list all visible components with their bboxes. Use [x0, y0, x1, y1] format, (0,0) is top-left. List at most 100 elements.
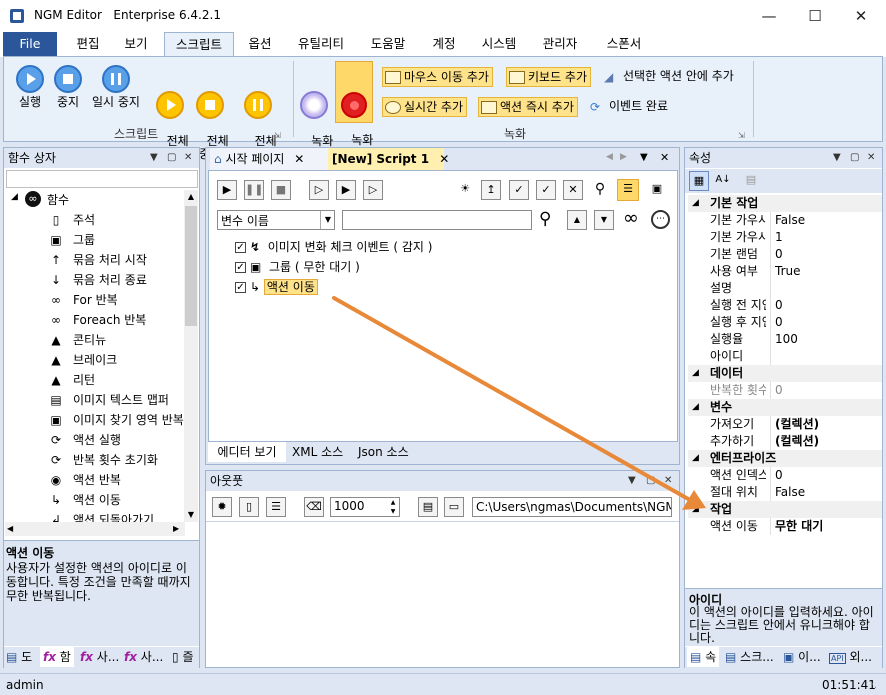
capture-icon[interactable]: ✹	[212, 497, 232, 517]
panel-close-icon[interactable]: ✕	[184, 148, 192, 168]
tree-view-icon[interactable]: ☰	[617, 179, 639, 201]
more-icon[interactable]: ⋯	[651, 210, 670, 229]
function-tree-hscrollbar[interactable]: ◀ ▶	[5, 522, 185, 536]
property-value[interactable]: True	[770, 263, 801, 280]
property-value[interactable]: 0	[770, 246, 783, 263]
property-row[interactable]: 액션 이동 무한 대기	[688, 518, 882, 535]
tab-json-source[interactable]: Json 소스	[358, 442, 409, 462]
stepper-down-icon[interactable]: ▼	[387, 507, 399, 516]
chevron-down-icon[interactable]: ▼	[320, 211, 335, 229]
collapse-icon[interactable]: ◢	[692, 399, 699, 416]
property-row[interactable]: 기본 가우시안 1	[688, 229, 882, 246]
tab-script-1[interactable]: [New] Script 1 ✕	[328, 148, 449, 170]
property-row[interactable]: 기본 랜덤 0	[688, 246, 882, 263]
add-realtime-button[interactable]: 실시간 추가	[382, 97, 468, 117]
tab-user-functions[interactable]: fx 사...	[80, 647, 119, 667]
property-value[interactable]: 무한 대기	[770, 518, 823, 535]
add-page-icon[interactable]: ▯	[239, 497, 259, 517]
scroll-down-icon[interactable]: ▼	[185, 508, 197, 522]
property-value[interactable]	[770, 348, 775, 365]
tab-scroll-left-icon[interactable]: ◀	[606, 152, 613, 162]
tab-script[interactable]: 스크립트	[164, 32, 234, 58]
monitor-icon[interactable]: ▣	[647, 180, 667, 200]
tab-file[interactable]: File	[3, 32, 57, 57]
interval-stepper[interactable]: 1000 ▲ ▼	[330, 497, 400, 517]
sort-az-icon[interactable]: A↓	[713, 171, 733, 191]
tab-dock[interactable]: ▤ 도	[6, 647, 32, 667]
panel-close-icon[interactable]: ✕	[867, 148, 875, 168]
add-keyboard-button[interactable]: 키보드 추가	[506, 67, 592, 87]
property-row[interactable]: 실행율 100	[688, 331, 882, 348]
variable-search-input[interactable]	[342, 210, 532, 230]
function-tree-scrollbar[interactable]: ▲ ▼	[184, 190, 198, 522]
collapse-icon[interactable]: ◢	[692, 501, 699, 518]
scroll-left-icon[interactable]: ◀	[7, 522, 13, 536]
list-icon[interactable]: ☰	[266, 497, 286, 517]
property-value[interactable]: False	[770, 212, 805, 229]
function-search-input[interactable]	[6, 170, 198, 188]
search-icon[interactable]: ⚲	[539, 209, 551, 229]
run-selected-icon[interactable]: ▷	[363, 180, 383, 200]
scroll-thumb[interactable]	[185, 206, 197, 326]
property-row[interactable]: 액션 인덱스 0	[688, 467, 882, 484]
property-value[interactable]: 0	[770, 382, 783, 399]
tab-shared-functions[interactable]: fx 사...	[124, 647, 163, 667]
stop-button[interactable]: 중지	[48, 65, 88, 109]
property-row[interactable]: 실행 전 지연 0	[688, 297, 882, 314]
close-icon[interactable]: ✕	[848, 4, 874, 28]
property-row[interactable]: 사용 여부 True	[688, 263, 882, 280]
step-play-icon[interactable]: ▷	[309, 180, 329, 200]
tab-close-icon[interactable]: ✕	[439, 152, 449, 166]
panel-menu-icon[interactable]: ▼	[150, 148, 158, 168]
tab-view[interactable]: 보기	[114, 32, 158, 57]
property-row[interactable]: 가져오기 (컬렉션)	[688, 416, 882, 433]
property-row[interactable]: 절대 위치 False	[688, 484, 882, 501]
record-stop-button[interactable]: 녹화 중지	[335, 61, 373, 160]
add-mouse-move-button[interactable]: 마우스 이동 추가	[382, 67, 493, 87]
variable-select[interactable]: 변수 이름 ▼	[217, 210, 335, 230]
property-value[interactable]: (컬렉션)	[770, 416, 819, 433]
move-up-icon[interactable]: ▲	[567, 210, 587, 230]
delete-icon[interactable]: ✕	[563, 180, 583, 200]
pause-button[interactable]: 일시 중지	[88, 65, 144, 109]
tab-image[interactable]: ▣ 이...	[783, 647, 821, 667]
maximize-icon[interactable]: ☐	[802, 4, 828, 28]
property-value[interactable]: 0	[770, 467, 783, 484]
move-down-icon[interactable]: ▼	[594, 210, 614, 230]
collapse-icon[interactable]: ◢	[692, 450, 699, 467]
resize-grip-icon[interactable]: ⋱	[868, 680, 877, 690]
chart-icon[interactable]: ↥	[481, 180, 501, 200]
check-outline-icon[interactable]: ✓	[536, 180, 556, 200]
tab-edit[interactable]: 편집	[66, 32, 110, 57]
categorized-icon[interactable]: ▦	[689, 171, 709, 191]
tab-start-page[interactable]: ⌂ 시작 페이지 ✕	[210, 148, 328, 170]
check-icon[interactable]: ✓	[509, 180, 529, 200]
property-category[interactable]: ◢ 데이터	[688, 365, 882, 382]
save-icon[interactable]: ▤	[418, 497, 438, 517]
editor-close-icon[interactable]: ✕	[660, 151, 669, 164]
property-value[interactable]: False	[770, 484, 805, 501]
output-path-field[interactable]: C:\Users\ngmas\Documents\NGM6\	[472, 497, 672, 517]
run-button[interactable]: 실행	[10, 65, 50, 109]
play-icon[interactable]: ▶	[217, 180, 237, 200]
property-row[interactable]: 설명	[688, 280, 882, 297]
search-icon[interactable]: ⚲	[590, 180, 610, 200]
infinity-icon[interactable]: ∞	[623, 207, 639, 229]
tab-menu-icon[interactable]: ▼	[640, 152, 648, 163]
tab-properties[interactable]: ▤ 속	[687, 647, 720, 667]
collapse-icon[interactable]: ◢	[692, 195, 699, 212]
property-row[interactable]: 기본 가우시안 False	[688, 212, 882, 229]
property-category[interactable]: ◢ 기본 작업	[688, 195, 882, 212]
dialog-launcher-icon[interactable]: ⇲	[738, 131, 745, 140]
property-value[interactable]: 100	[770, 331, 798, 348]
tab-xml-source[interactable]: XML 소스	[292, 442, 343, 462]
property-category[interactable]: ◢ 변수	[688, 399, 882, 416]
tab-account[interactable]: 계정	[424, 32, 464, 57]
tab-sponsor[interactable]: 스폰서	[598, 32, 650, 57]
pause-icon[interactable]: ❚❚	[244, 180, 264, 200]
property-value[interactable]	[770, 280, 775, 297]
tab-admin[interactable]: 관리자	[534, 32, 586, 57]
add-action-now-button[interactable]: 액션 즉시 추가	[478, 97, 578, 117]
property-category[interactable]: ◢ 작업	[688, 501, 882, 518]
stop-icon[interactable]: ■	[271, 180, 291, 200]
